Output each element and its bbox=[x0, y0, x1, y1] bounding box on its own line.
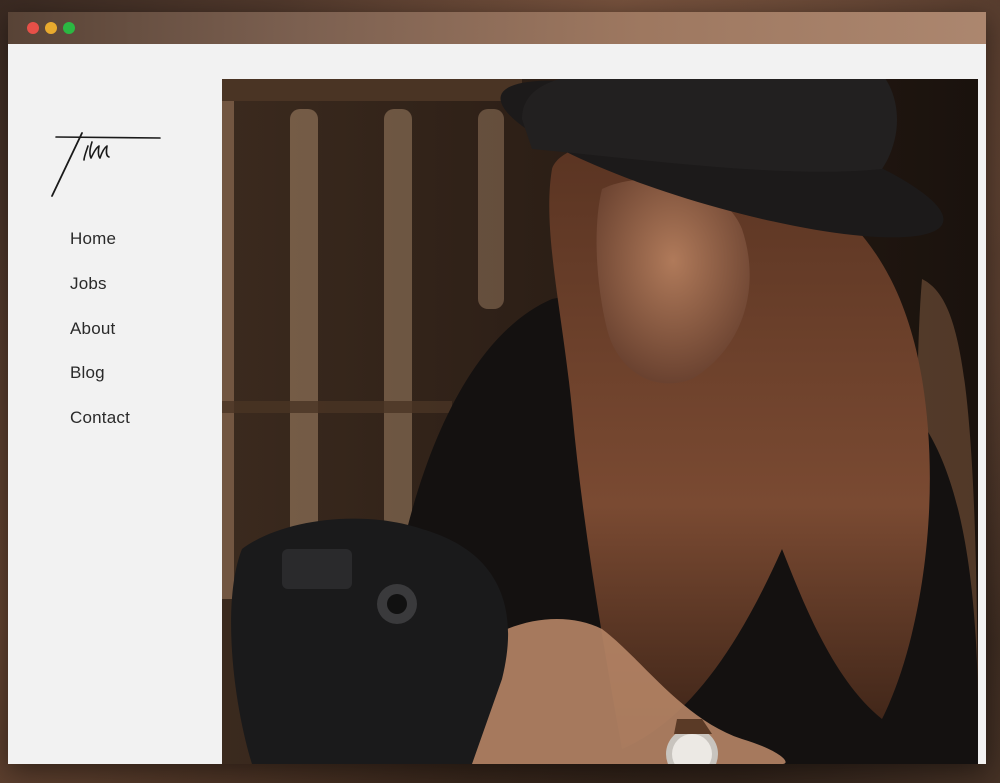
browser-window: tim Home Jobs About Blog Contact bbox=[8, 12, 986, 764]
window-titlebar[interactable] bbox=[8, 12, 986, 44]
hero-photo bbox=[222, 79, 978, 764]
minimize-window-button[interactable] bbox=[45, 22, 57, 34]
nav-item-about: About bbox=[70, 319, 130, 364]
nav-item-blog: Blog bbox=[70, 363, 130, 408]
nav-item-jobs: Jobs bbox=[70, 274, 130, 319]
nav-link-jobs[interactable]: Jobs bbox=[70, 274, 107, 293]
nav-link-about[interactable]: About bbox=[70, 319, 115, 338]
maximize-window-button[interactable] bbox=[63, 22, 75, 34]
photographer-with-camera-image bbox=[222, 79, 978, 764]
nav-link-contact[interactable]: Contact bbox=[70, 408, 130, 427]
nav-item-home: Home bbox=[70, 229, 130, 274]
nav-link-home[interactable]: Home bbox=[70, 229, 116, 248]
main-navigation: Home Jobs About Blog Contact bbox=[70, 229, 130, 453]
close-window-button[interactable] bbox=[27, 22, 39, 34]
website-page: tim Home Jobs About Blog Contact bbox=[8, 44, 986, 764]
signature-logo-icon: tim bbox=[51, 132, 161, 197]
nav-item-contact: Contact bbox=[70, 408, 130, 453]
nav-link-blog[interactable]: Blog bbox=[70, 363, 105, 382]
